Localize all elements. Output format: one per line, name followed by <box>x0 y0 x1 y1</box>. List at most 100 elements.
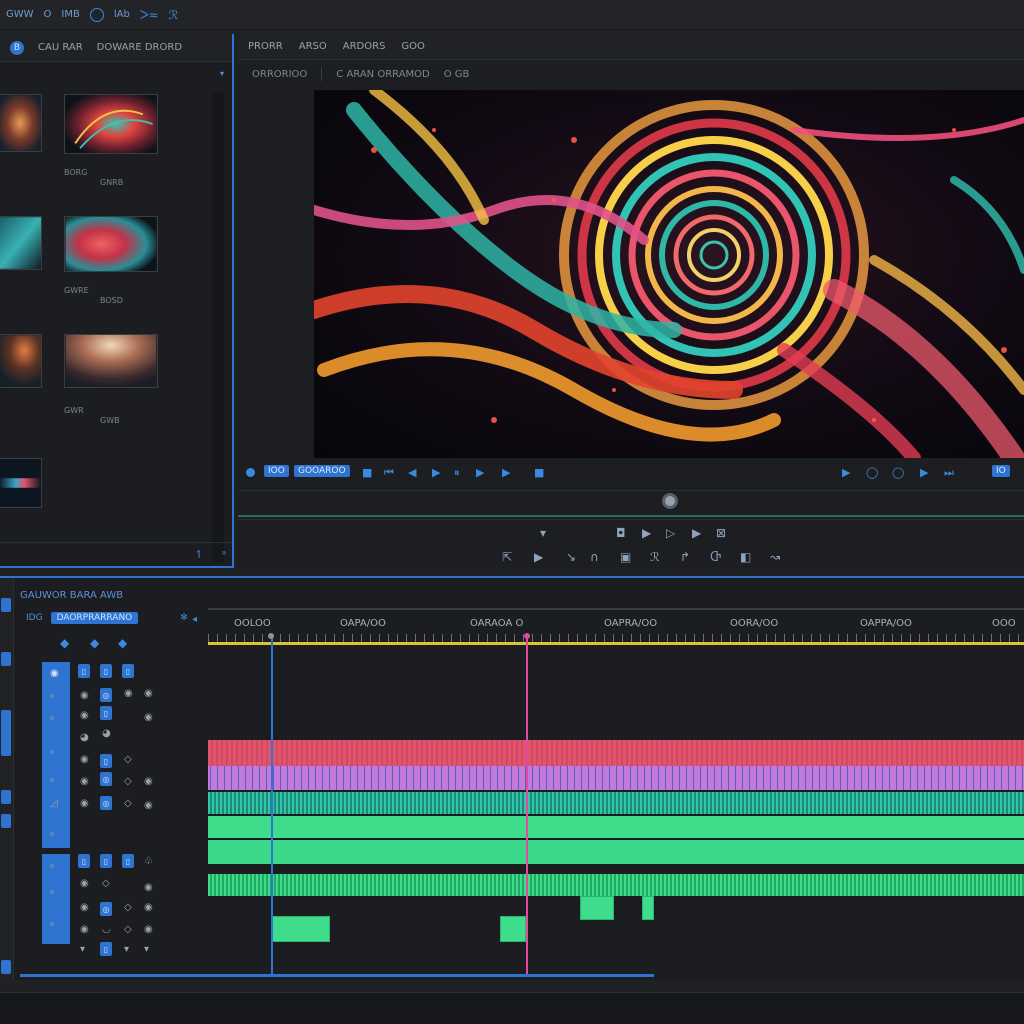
marker-icon[interactable]: ▾ <box>540 526 546 540</box>
audio-clip-small[interactable] <box>500 916 526 942</box>
lock-icon[interactable]: ℴ <box>50 860 55 871</box>
script-icon[interactable]: ℛ <box>169 8 179 22</box>
menu-item-file[interactable]: GWW <box>6 9 34 20</box>
loop-icon[interactable]: ◯ <box>866 466 878 479</box>
current-timecode[interactable]: GOOAROO <box>294 465 350 477</box>
track-expand-icon[interactable]: ▾ <box>144 944 149 955</box>
audio-clip-small[interactable] <box>580 896 614 920</box>
video-preview[interactable] <box>314 90 1024 458</box>
track-target-toggle[interactable]: ◎ <box>100 688 112 702</box>
track-target-toggle[interactable]: ◎ <box>100 796 112 810</box>
timeline-scrollbar[interactable] <box>20 974 654 977</box>
slip-tool-icon[interactable]: ∩ <box>590 550 599 564</box>
video-track-headers[interactable] <box>42 662 70 848</box>
settings-icon[interactable]: ⏭ <box>944 466 954 480</box>
tab-effects[interactable]: ARDORS <box>343 41 386 52</box>
audio-clip-small[interactable] <box>642 896 654 920</box>
media-thumbnail[interactable] <box>0 334 42 388</box>
crop-tool-icon[interactable]: ▣ <box>620 550 631 564</box>
resize-handle-icon[interactable]: ᵃ <box>222 548 226 561</box>
media-thumbnail[interactable] <box>0 94 42 152</box>
export-frame-icon[interactable]: ▶ <box>920 466 928 479</box>
selection-tool-icon[interactable]: ⇱ <box>502 550 512 564</box>
tool-strip-button[interactable] <box>1 598 11 612</box>
mark-in-icon[interactable]: ⏸ <box>454 466 460 480</box>
play-small-icon[interactable]: ▶ <box>642 526 651 540</box>
media-panel-options[interactable]: ▾ <box>0 62 232 84</box>
tab-program[interactable]: PRORR <box>248 41 283 52</box>
solo-icon[interactable]: ◉ <box>144 882 153 893</box>
media-thumbnail[interactable] <box>64 94 158 154</box>
eye-icon[interactable]: ◉ <box>50 668 59 679</box>
graph-icon[interactable]: ᐳ≈ <box>140 8 159 22</box>
solo-icon[interactable]: ◇ <box>102 878 110 889</box>
audio-clip-small[interactable] <box>272 916 330 942</box>
mute-icon[interactable]: ◉ <box>80 754 89 765</box>
solo-icon[interactable]: ◉ <box>144 800 153 811</box>
mic-icon[interactable]: ♧ <box>144 856 153 867</box>
lock-icon[interactable]: ℴ <box>50 918 55 929</box>
lock-icon[interactable]: ℴ <box>50 746 55 757</box>
mute-icon[interactable]: ◉ <box>80 710 89 721</box>
tool-strip-button[interactable] <box>1 814 11 828</box>
next-frame-icon[interactable]: ▶ <box>502 466 510 479</box>
work-area-bar[interactable] <box>208 642 1024 645</box>
settings-gear-icon[interactable]: ✻ <box>180 613 188 623</box>
sequence-tab[interactable]: IDG DAORPRARRANO ✻ <box>26 612 188 624</box>
viewer-clip-label[interactable]: C ARAN ORRAMOD <box>336 69 429 80</box>
chevron-down-icon[interactable]: ▾ <box>220 69 224 78</box>
stop-end-icon[interactable]: ■ <box>534 466 544 479</box>
solo-icon[interactable]: ◇ <box>124 902 132 913</box>
mute-icon[interactable]: ◕ <box>80 732 89 743</box>
solo-icon[interactable]: ◇ <box>124 754 132 765</box>
lock-icon[interactable]: ℴ <box>50 690 55 701</box>
stop-icon[interactable]: ■ <box>362 466 372 479</box>
timeline-ruler[interactable]: OOLOO OAPA/OO OARAOA O OAPRA/OO OORA/OO … <box>208 608 1024 645</box>
track-target-toggle[interactable]: ▯ <box>100 754 112 768</box>
solo-icon[interactable]: ◇ <box>124 798 132 809</box>
audio-clip-green[interactable] <box>208 874 1024 896</box>
viewer-scrubber[interactable] <box>238 490 1024 520</box>
track-target-toggle[interactable]: ◎ <box>100 772 112 786</box>
zoom-tool-icon[interactable]: Ⴇ <box>710 550 721 564</box>
audio-clip-teal[interactable] <box>208 792 1024 814</box>
track-target-toggle[interactable]: ◎ <box>100 902 112 916</box>
step-small-icon[interactable]: ▷ <box>666 526 675 540</box>
link-tool-icon[interactable]: ↝ <box>770 550 780 564</box>
track-target-toggle[interactable]: ▯ <box>100 942 112 956</box>
in-point-handle[interactable] <box>268 633 274 639</box>
razor-tool-icon[interactable]: ↘ <box>566 550 576 564</box>
lock-icon[interactable]: ◿ <box>50 798 58 809</box>
media-scrollbar[interactable] <box>212 92 224 562</box>
play-back-icon[interactable]: ▶ <box>432 466 440 479</box>
record-icon[interactable] <box>89 7 104 22</box>
mute-icon[interactable]: ◉ <box>80 776 89 787</box>
tool-strip-button[interactable] <box>1 790 11 804</box>
audio-clip-green[interactable] <box>208 816 1024 838</box>
mute-icon[interactable]: ◉ <box>80 902 89 913</box>
mute-icon[interactable]: ◉ <box>80 798 89 809</box>
track-output-toggle[interactable]: ▯ <box>122 854 134 868</box>
lock-icon[interactable]: ℴ <box>50 886 55 897</box>
project-icon[interactable]: B <box>10 40 24 55</box>
track-expand-icon[interactable]: ▾ <box>124 944 129 955</box>
fullscreen-icon[interactable]: ⊠ <box>716 526 726 540</box>
menu-item-clip[interactable]: IMB <box>61 9 79 20</box>
menu-item-edit[interactable]: O <box>44 9 52 20</box>
tab-color[interactable]: GOO <box>401 41 425 52</box>
linked-icon[interactable]: ◆ <box>90 636 99 650</box>
mute-icon[interactable]: ◉ <box>80 924 89 935</box>
in-point-marker[interactable] <box>271 636 273 976</box>
menu-item-sequence[interactable]: lAb <box>114 9 130 20</box>
tool-strip-button[interactable] <box>1 710 11 756</box>
marker-tool-icon[interactable]: ◧ <box>740 550 751 564</box>
solo-icon[interactable]: ◉ <box>144 688 153 699</box>
viewer-zoom-label[interactable]: O GB <box>444 69 470 80</box>
sequence-name[interactable]: DAORPRARRANO <box>50 612 139 624</box>
media-thumbnail[interactable] <box>0 458 42 508</box>
track-target-toggle[interactable]: ▯ <box>100 664 112 678</box>
media-thumbnail[interactable] <box>64 334 158 388</box>
out-timecode[interactable]: IO <box>992 465 1010 477</box>
lock-icon[interactable]: ◘ <box>616 526 626 540</box>
play-forward-icon[interactable]: ▶ <box>842 466 850 479</box>
